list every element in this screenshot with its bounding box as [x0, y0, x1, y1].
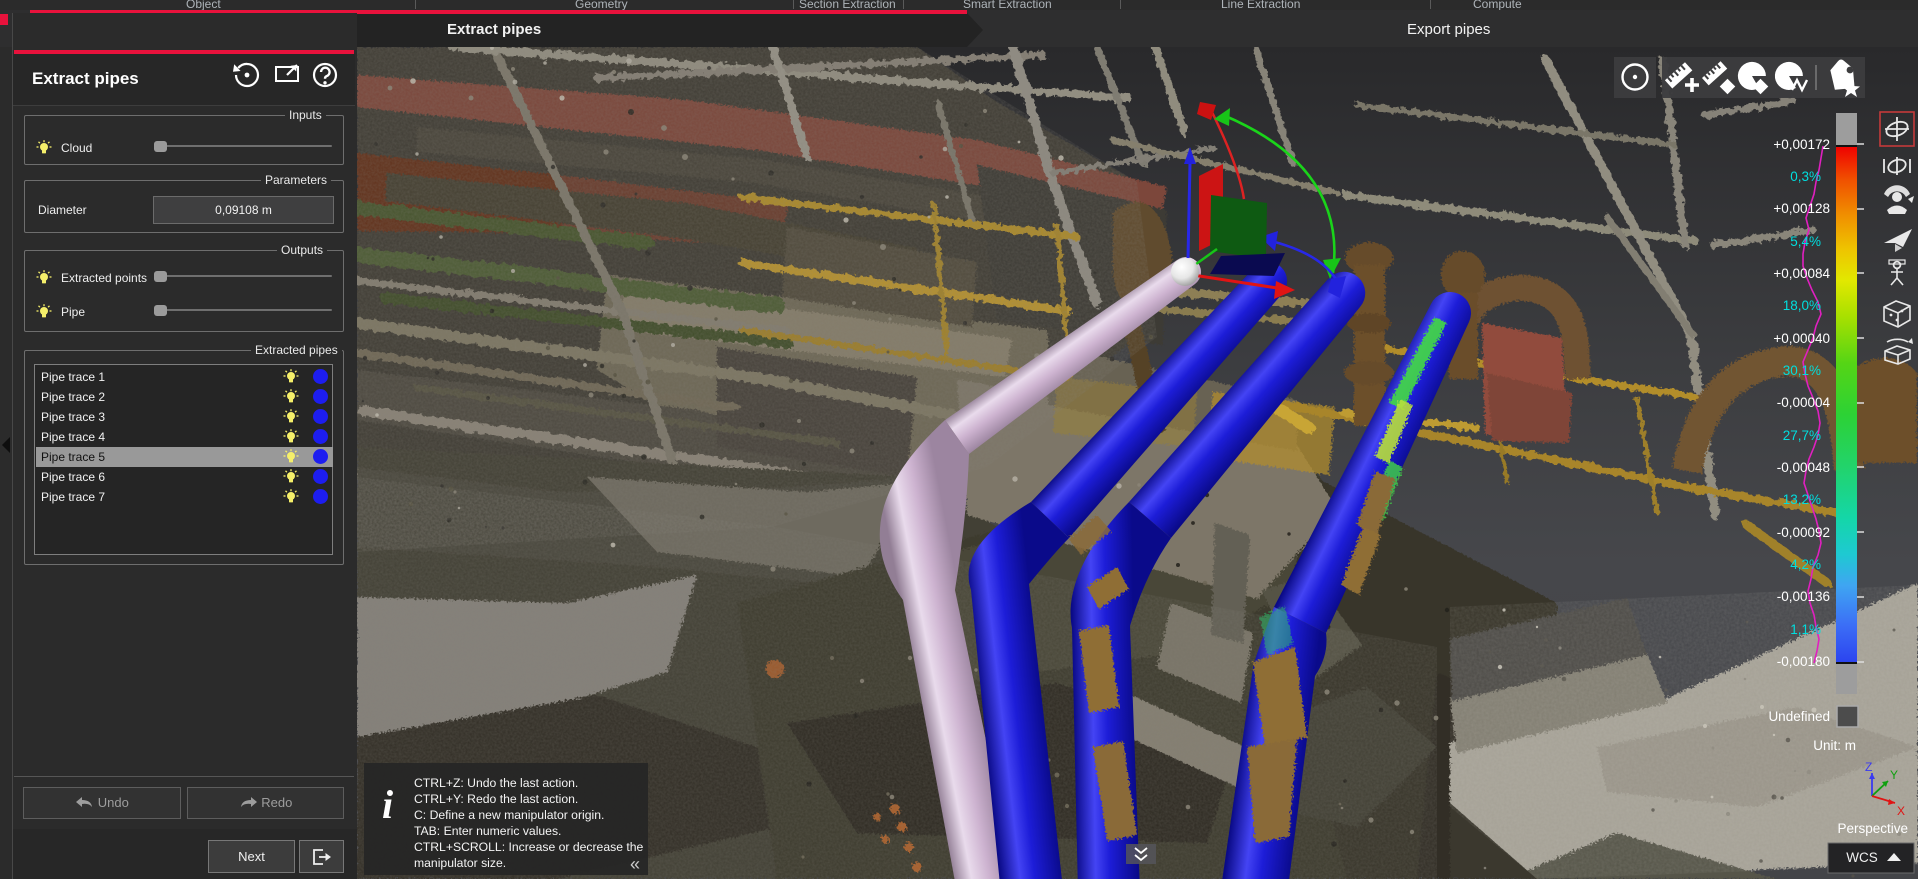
svg-text:Z: Z — [1865, 760, 1872, 774]
svg-text:4,2%: 4,2% — [1790, 557, 1821, 572]
svg-text:X: X — [1897, 804, 1905, 818]
svg-text:Y: Y — [1890, 768, 1898, 782]
svg-text:+0,00084: +0,00084 — [1773, 266, 1830, 281]
svg-text:30,1%: 30,1% — [1783, 363, 1821, 378]
svg-text:-0,00092: -0,00092 — [1777, 525, 1830, 540]
svg-text:+0,00040: +0,00040 — [1773, 331, 1830, 346]
svg-text:Unit: m: Unit: m — [1813, 738, 1856, 753]
svg-text:1,1%: 1,1% — [1790, 622, 1821, 637]
svg-text:+0,00128: +0,00128 — [1773, 201, 1830, 216]
svg-text:Perspective: Perspective — [1837, 821, 1908, 836]
svg-text:-0,00180: -0,00180 — [1777, 654, 1830, 669]
svg-text:-0,00136: -0,00136 — [1777, 589, 1830, 604]
svg-text:5,4%: 5,4% — [1790, 234, 1821, 249]
svg-text:27,7%: 27,7% — [1783, 428, 1821, 443]
svg-text:-0,00004: -0,00004 — [1777, 395, 1831, 410]
svg-text:-0,00048: -0,00048 — [1777, 460, 1830, 475]
svg-text:WCS: WCS — [1846, 850, 1878, 865]
svg-text:+0,00172: +0,00172 — [1773, 137, 1830, 152]
svg-text:0,3%: 0,3% — [1790, 169, 1821, 184]
svg-text:Undefined: Undefined — [1768, 709, 1830, 724]
svg-text:18,0%: 18,0% — [1783, 298, 1821, 313]
svg-text:13,2%: 13,2% — [1783, 492, 1821, 507]
